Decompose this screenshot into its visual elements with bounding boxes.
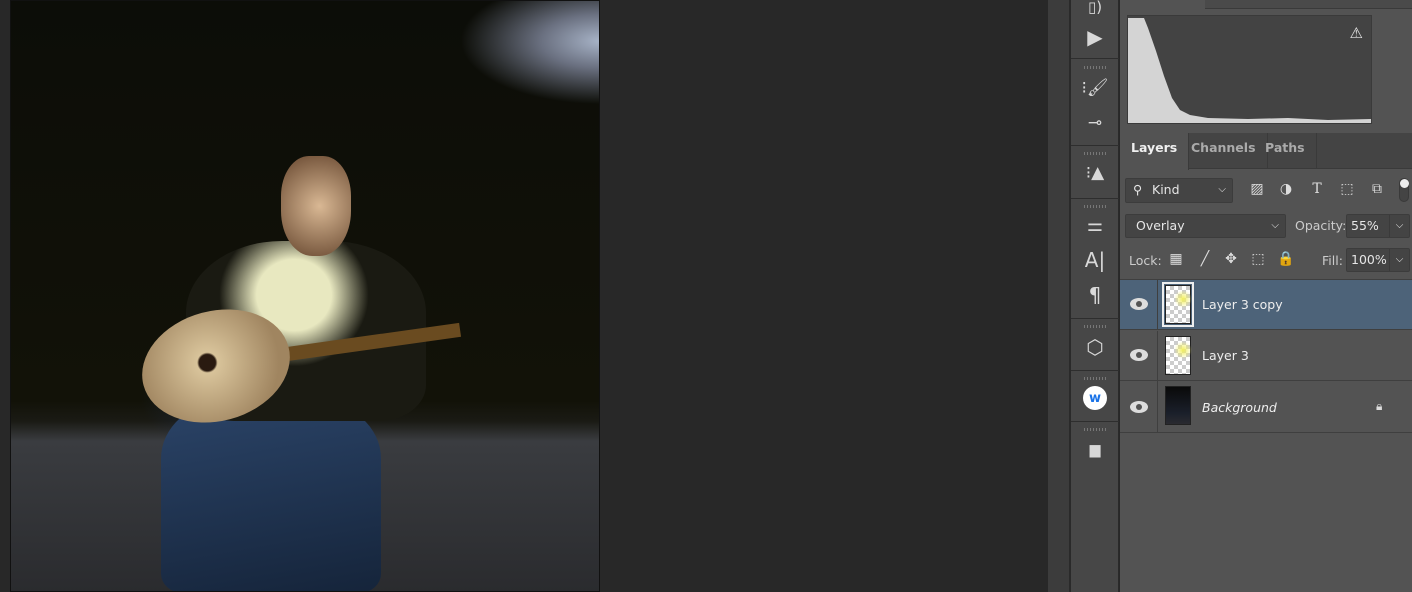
histogram-warning-icon[interactable]: ⚠ [1350, 24, 1363, 42]
layer-thumbnail [1165, 336, 1192, 375]
lock-artboard-icon[interactable]: ⬚ [1249, 251, 1267, 269]
photo-image [10, 0, 600, 592]
layer-thumbnail [1165, 386, 1191, 425]
opacity-field[interactable]: 55% ⌵ [1346, 214, 1410, 238]
play-action-icon[interactable]: ▶ [1071, 22, 1119, 52]
3d-cube-icon[interactable]: ⬡ [1071, 332, 1119, 362]
paragraph-icon[interactable]: ¶ [1071, 280, 1119, 310]
visibility-eye-icon[interactable] [1130, 401, 1148, 413]
filter-toggle[interactable] [1399, 178, 1409, 202]
fill-value: 100% [1351, 252, 1387, 267]
w-plugin-icon[interactable]: w [1071, 383, 1119, 413]
clone-source-icon[interactable]: ⁝▲ [1071, 158, 1119, 188]
layer-row-layer-3[interactable]: Layer 3 [1120, 331, 1412, 381]
blend-mode-value: Overlay [1136, 218, 1185, 233]
panel-tabs-top [1205, 0, 1412, 9]
adjustments-icon[interactable]: ⚌ [1071, 210, 1119, 240]
lock-icon: 🔒︎ [1376, 399, 1383, 413]
lock-all-icon[interactable]: 🔒 [1277, 251, 1295, 269]
histogram: ⚠ [1127, 15, 1372, 124]
character-icon[interactable]: A| [1071, 245, 1119, 275]
layer-name[interactable]: Layer 3 [1202, 348, 1249, 363]
search-icon: ⚲ [1133, 182, 1143, 197]
fill-label: Fill: [1322, 253, 1343, 268]
opacity-value: 55% [1351, 218, 1379, 233]
adjustment-filter-icon[interactable]: ◑ [1277, 181, 1295, 199]
opacity-dropdown-icon[interactable]: ⌵ [1389, 215, 1409, 237]
filter-kind-label: Kind [1152, 182, 1180, 197]
layer-name[interactable]: Layer 3 copy [1202, 297, 1283, 312]
layers-tabs: Layers Channels Paths [1120, 133, 1412, 170]
lock-pixels-brush-icon[interactable]: ╱ [1196, 251, 1214, 269]
type-filter-icon[interactable]: T [1308, 181, 1326, 199]
fill-field[interactable]: 100% ⌵ [1346, 248, 1410, 272]
visibility-eye-icon[interactable] [1130, 298, 1148, 310]
tab-paths[interactable]: Paths [1254, 133, 1317, 169]
fill-dropdown-icon[interactable]: ⌵ [1389, 249, 1409, 271]
history-brush-icon[interactable]: ▯) [1071, 0, 1119, 22]
histogram-graph [1128, 18, 1371, 123]
document-canvas[interactable] [0, 0, 1048, 592]
tab-layers[interactable]: Layers [1120, 133, 1190, 170]
tool-presets-icon[interactable]: ⊸ [1071, 108, 1119, 138]
layer-name[interactable]: Background [1202, 400, 1277, 415]
lock-label: Lock: [1129, 253, 1162, 268]
lock-transparency-icon[interactable]: ▦ [1167, 251, 1185, 269]
layer-row-background[interactable]: Background 🔒︎ [1120, 381, 1412, 433]
panel-icon-strip: ▯) ▶ ⁝🖌 ⊸ ⁝▲ ⚌ A| ¶ ⬡ w ▆ [1070, 0, 1119, 592]
visibility-eye-icon[interactable] [1130, 349, 1148, 361]
layer-row-layer-3-copy[interactable]: Layer 3 copy [1120, 280, 1412, 330]
pixel-filter-icon[interactable]: ▨ [1248, 181, 1266, 199]
filter-kind-select[interactable]: ⚲ Kind ⌵ [1125, 178, 1233, 203]
photo-jeans [161, 401, 381, 591]
panel-gutter [1048, 0, 1070, 592]
lock-position-move-icon[interactable]: ✥ [1222, 251, 1240, 269]
plugin-icon[interactable]: ▆ [1071, 435, 1119, 465]
photo-head [281, 156, 351, 256]
brush-presets-icon[interactable]: ⁝🖌 [1071, 73, 1119, 103]
blend-mode-select[interactable]: Overlay ⌵ [1125, 214, 1286, 238]
layer-thumbnail [1162, 282, 1194, 327]
chevron-down-icon: ⌵ [1218, 184, 1226, 195]
opacity-label: Opacity: [1295, 218, 1347, 233]
shape-filter-icon[interactable]: ⬚ [1338, 181, 1356, 199]
chevron-down-icon: ⌵ [1271, 220, 1279, 231]
smart-object-filter-icon[interactable]: ⧉ [1368, 181, 1386, 199]
right-panel: ⚠ Layers Channels Paths ⚲ Kind ⌵ ▨ ◑ T ⬚… [1120, 0, 1412, 592]
